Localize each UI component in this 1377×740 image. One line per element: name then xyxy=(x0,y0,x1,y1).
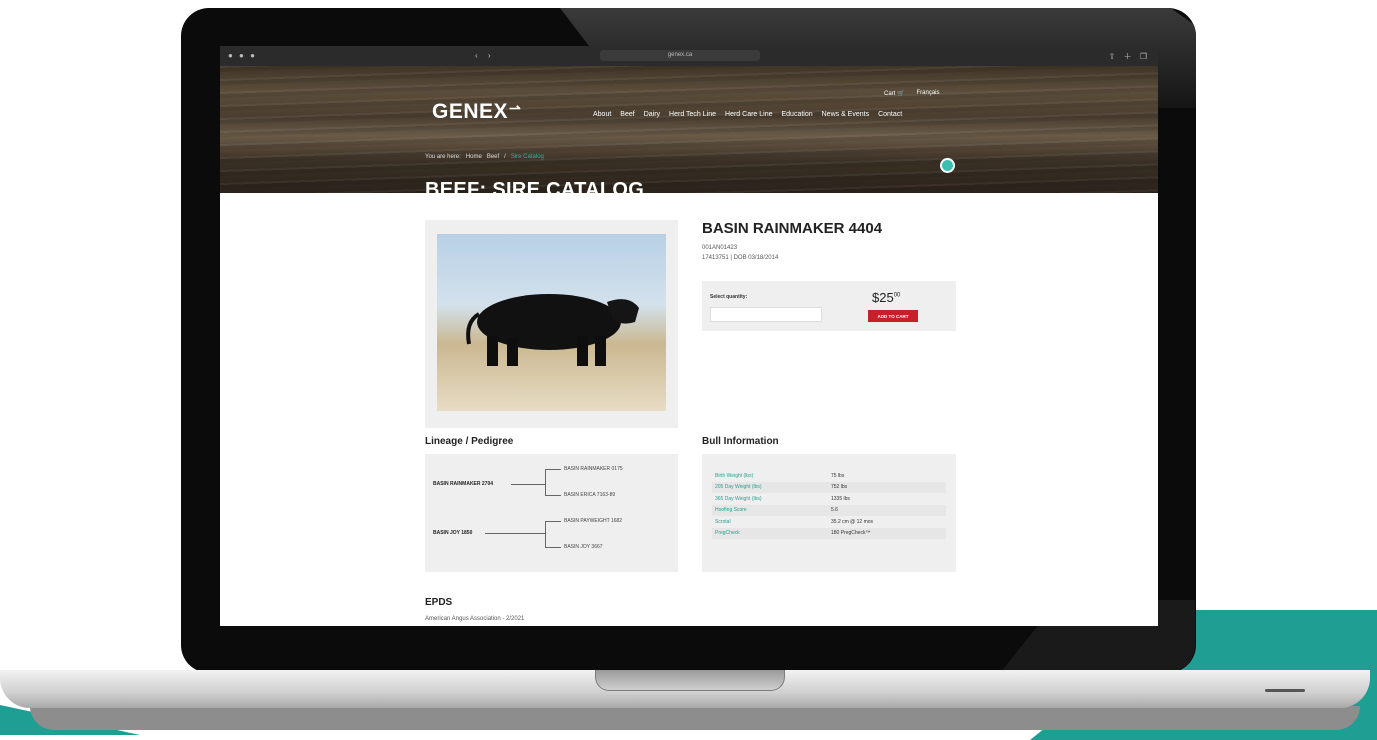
browser-toolbar: ● ● ● ‹ › genex.ca ⇧ ＋ ❐ xyxy=(220,46,1158,66)
pedigree-dam[interactable]: BASIN JOY 1850 xyxy=(433,530,472,536)
price-cents: 00 xyxy=(893,292,901,299)
info-value: 35.2 cm @ 12 mos xyxy=(831,519,874,525)
purchase-box: Select quantity: $2500 ADD TO CART xyxy=(702,281,956,331)
price: $2500 xyxy=(872,290,900,305)
info-label: 365 Day Weight (lbs) xyxy=(715,496,762,502)
table-row: Scrotal 35.2 cm @ 12 mos xyxy=(712,517,946,528)
logo-text: GENEX xyxy=(432,100,509,123)
nav-news-events[interactable]: News & Events xyxy=(822,111,869,118)
quantity-label: Select quantity: xyxy=(710,294,748,300)
epds-heading: EPDS xyxy=(425,597,453,608)
bull-info-table: Birth Weight (lbs) 75 lbs 205 Day Weight… xyxy=(702,454,956,572)
pedigree-line xyxy=(545,495,561,496)
pedigree-line xyxy=(511,484,545,485)
laptop-notch xyxy=(595,670,785,691)
page-title: BEEF: SIRE CATALOG xyxy=(425,179,645,193)
nav-herd-tech-line[interactable]: Herd Tech Line xyxy=(669,111,716,118)
main-nav: About Beef Dairy Herd Tech Line Herd Car… xyxy=(593,111,902,118)
nav-dairy[interactable]: Dairy xyxy=(644,111,660,118)
price-dollars: $25 xyxy=(872,290,894,305)
info-label: Hoofing Score xyxy=(715,507,747,513)
bull-info-heading: Bull Information xyxy=(702,436,779,447)
info-label: PregCheck xyxy=(715,530,740,536)
pedigree-dam-dam[interactable]: BASIN JOY 3667 xyxy=(564,544,603,550)
nav-herd-care-line[interactable]: Herd Care Line xyxy=(725,111,772,118)
product-code: 001AN01423 xyxy=(702,245,738,251)
info-value: 5.6 xyxy=(831,507,838,513)
language-link[interactable]: Français xyxy=(916,90,939,97)
nav-about[interactable]: About xyxy=(593,111,611,118)
pedigree-sire-dam[interactable]: BASIN ERICA 7163-89 xyxy=(564,492,615,498)
pedigree-line xyxy=(545,469,546,495)
quantity-input[interactable] xyxy=(710,307,822,322)
breadcrumb-home[interactable]: Home xyxy=(466,154,482,160)
pedigree-line xyxy=(545,469,561,470)
info-value: 1335 lbs xyxy=(831,496,850,502)
table-row: 365 Day Weight (lbs) 1335 lbs xyxy=(712,494,946,505)
pedigree-line xyxy=(545,547,561,548)
bull-photo[interactable] xyxy=(437,234,666,411)
info-label: 205 Day Weight (lbs) xyxy=(715,484,762,490)
breadcrumb-current: Sire Catalog xyxy=(510,154,544,160)
info-value: 75 lbs xyxy=(831,473,845,479)
pedigree-sire[interactable]: BASIN RAINMAKER 2704 xyxy=(433,481,493,487)
address-bar[interactable]: genex.ca xyxy=(600,50,760,61)
laptop-screen: ● ● ● ‹ › genex.ca ⇧ ＋ ❐ GENEX⇀ Cart 🛒 F… xyxy=(220,46,1158,626)
add-to-cart-button[interactable]: ADD TO CART xyxy=(868,310,918,322)
epds-association: American Angus Association - 2/2021 xyxy=(425,616,525,622)
pedigree-dam-sire[interactable]: BASIN PAYWEIGHT 1682 xyxy=(564,518,622,524)
logo-arrow-icon: ⇀ xyxy=(509,100,522,116)
nav-education[interactable]: Education xyxy=(781,111,812,118)
pedigree-line xyxy=(485,533,545,534)
product-image-frame xyxy=(425,220,678,428)
nav-contact[interactable]: Contact xyxy=(878,111,902,118)
laptop-base-shadow xyxy=(30,706,1360,730)
info-label: Birth Weight (lbs) xyxy=(715,473,754,479)
product-title: BASIN RAINMAKER 4404 xyxy=(702,220,883,237)
table-row: Birth Weight (lbs) 75 lbs xyxy=(712,471,946,482)
table-row: PregCheck 180 PregCheck™ xyxy=(712,528,946,539)
breadcrumb-beef[interactable]: Beef xyxy=(487,154,499,160)
pedigree-line xyxy=(545,521,546,547)
info-value: 180 PregCheck™ xyxy=(831,530,871,536)
breadcrumb: You are here: Home Beef / Sire Catalog xyxy=(425,154,544,160)
info-label: Scrotal xyxy=(715,519,731,525)
cart-link[interactable]: Cart 🛒 xyxy=(884,90,904,97)
genex-logo[interactable]: GENEX⇀ xyxy=(432,100,521,124)
browser-nav-icons[interactable]: ‹ › xyxy=(475,51,495,60)
pedigree-sire-sire[interactable]: BASIN RAINMAKER 0175 xyxy=(564,466,623,472)
table-row: Hoofing Score 5.6 xyxy=(712,505,946,516)
window-controls[interactable]: ● ● ● xyxy=(228,51,257,60)
lineage-heading: Lineage / Pedigree xyxy=(425,436,514,447)
breadcrumb-prefix: You are here: xyxy=(425,154,461,160)
breadcrumb-separator: / xyxy=(504,154,506,160)
laptop-indicator xyxy=(1265,689,1305,692)
browser-tools-icons[interactable]: ⇧ ＋ ❐ xyxy=(1109,51,1150,62)
table-row: 205 Day Weight (lbs) 752 lbs xyxy=(712,482,946,493)
hero-banner: GENEX⇀ Cart 🛒 Français About Beef Dairy … xyxy=(220,66,1158,193)
favorite-icon[interactable] xyxy=(940,158,955,173)
bull-image xyxy=(466,294,639,366)
utility-nav: Cart 🛒 Français xyxy=(884,90,940,97)
pedigree-line xyxy=(545,521,561,522)
pedigree-box: BASIN RAINMAKER 2704 BASIN RAINMAKER 017… xyxy=(425,454,678,572)
product-registration: 17413751 | DOB 03/18/2014 xyxy=(702,255,779,261)
info-value: 752 lbs xyxy=(831,484,848,490)
nav-beef[interactable]: Beef xyxy=(620,111,634,118)
